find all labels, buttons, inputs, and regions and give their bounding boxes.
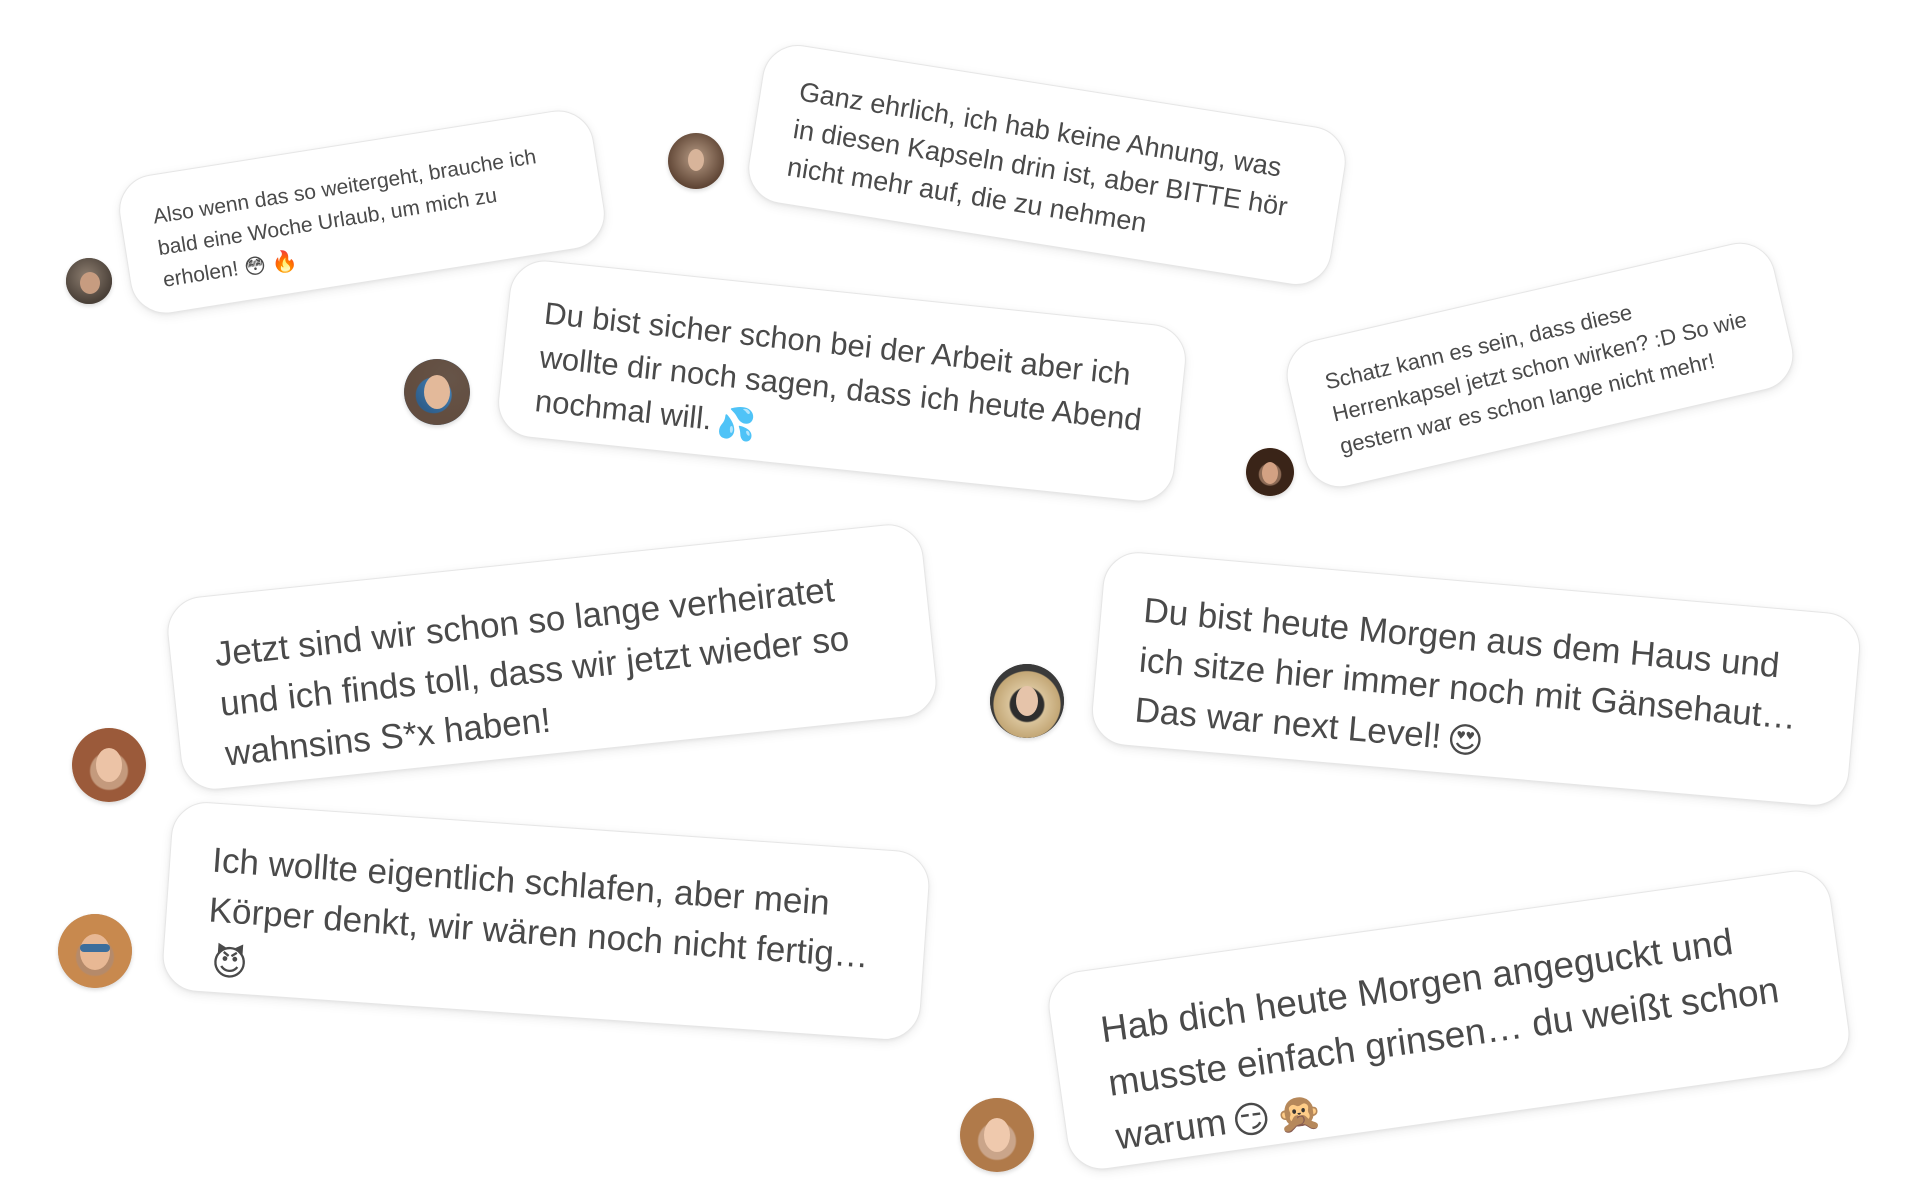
message-text: Ich wollte eigentlich schlafen, aber mei… xyxy=(204,836,887,1034)
message-text: Ganz ehrlich, ich hab keine Ahnung, was … xyxy=(785,76,1290,239)
message-bubble: Ich wollte eigentlich schlafen, aber mei… xyxy=(160,799,932,1043)
avatar xyxy=(58,914,132,988)
smirking-face-icon: 😏 xyxy=(1229,1096,1274,1145)
avatar xyxy=(66,258,112,304)
message-bubble: Du bist heute Morgen aus dem Haus und ic… xyxy=(1088,549,1864,809)
sweat-droplets-icon: 💦 xyxy=(715,404,758,444)
avatar xyxy=(990,664,1064,738)
message-text: Schatz kann es sein, dass diese Herrenka… xyxy=(1322,299,1750,459)
testimonial-collage: Also wenn das so weitergeht, brauche ich… xyxy=(0,0,1920,1200)
heart-eyes-icon: 😍 xyxy=(1445,719,1486,763)
avatar xyxy=(404,359,470,425)
flushed-face-icon: 😳 xyxy=(242,253,268,281)
message-bubble: Du bist sicher schon bei der Arbeit aber… xyxy=(494,256,1190,506)
smiling-devil-icon: 😈 xyxy=(209,942,250,986)
message-text: Hab dich heute Morgen angeguckt und muss… xyxy=(1098,920,1782,1158)
message-text: Du bist heute Morgen aus dem Haus und ic… xyxy=(1133,586,1818,796)
message-text: Also wenn das so weitergeht, brauche ich… xyxy=(151,145,538,292)
avatar xyxy=(72,728,146,802)
speak-no-evil-monkey-icon: 🙊 xyxy=(1273,1088,1326,1138)
fire-icon: 🔥 xyxy=(269,248,300,277)
avatar xyxy=(1246,448,1294,496)
message-text: Jetzt sind wir schon so lange verheirate… xyxy=(212,570,851,774)
message-bubble: Hab dich heute Morgen angeguckt und muss… xyxy=(1043,865,1855,1175)
avatar xyxy=(960,1098,1034,1172)
message-bubble: Ganz ehrlich, ich hab keine Ahnung, was … xyxy=(743,39,1351,291)
message-text: Du bist sicher schon bei der Arbeit aber… xyxy=(533,292,1150,488)
avatar xyxy=(668,133,724,189)
message-bubble: Schatz kann es sein, dass diese Herrenka… xyxy=(1279,235,1801,495)
message-bubble: Jetzt sind wir schon so lange verheirate… xyxy=(163,520,941,794)
